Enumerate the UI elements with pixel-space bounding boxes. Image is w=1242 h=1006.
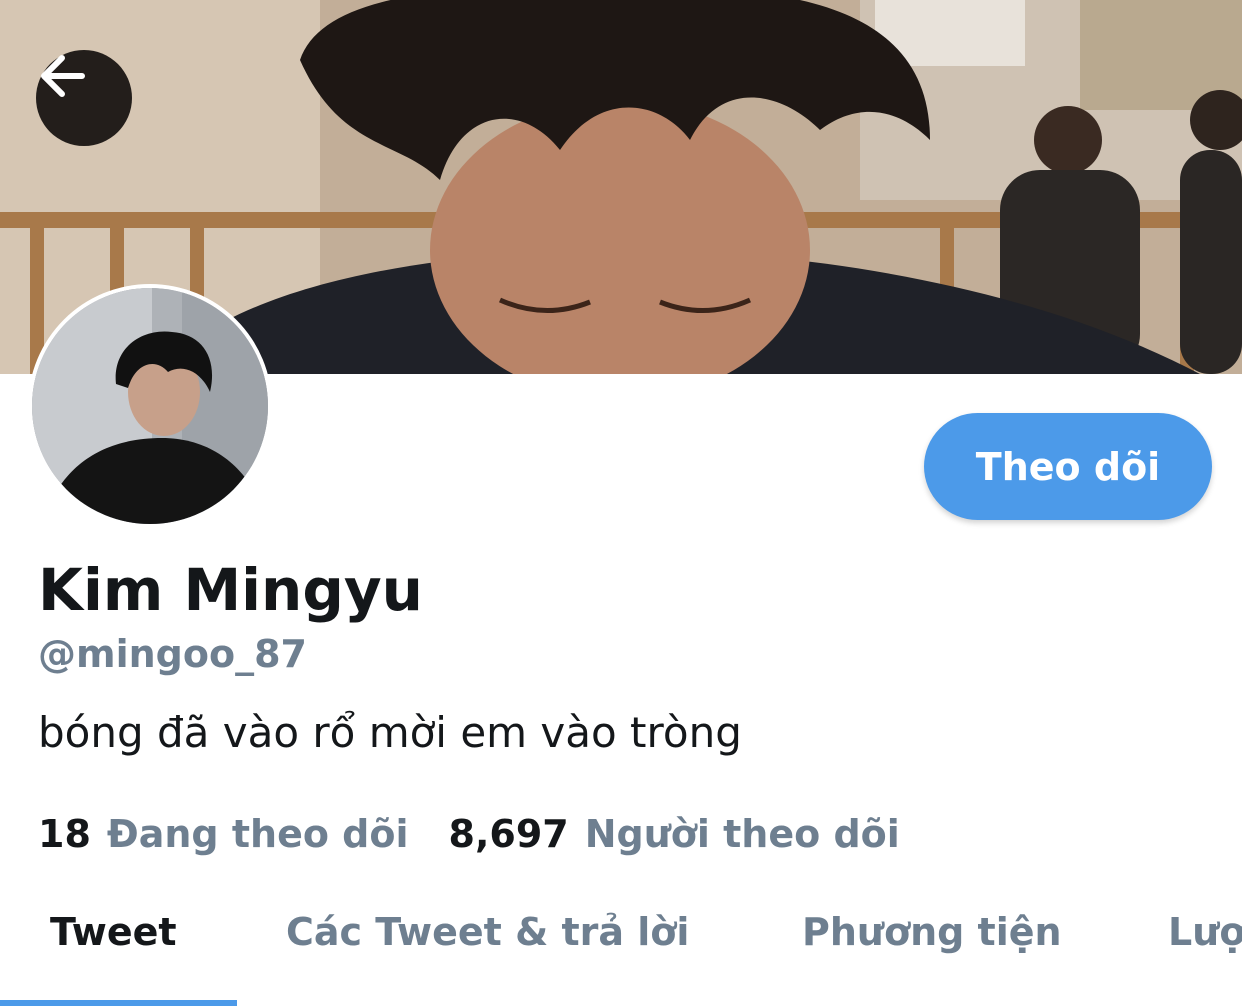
tab-likes[interactable]: Lượt thích	[1168, 910, 1242, 954]
active-tab-indicator	[0, 1000, 237, 1006]
profile-display-name: Kim Mingyu	[38, 556, 423, 624]
avatar-photo	[32, 288, 268, 524]
tab-tweets[interactable]: Tweet	[50, 910, 177, 954]
following-count: 18	[38, 812, 91, 856]
profile-avatar[interactable]	[28, 284, 272, 528]
following-label: Đang theo dõi	[106, 812, 409, 856]
following-stat[interactable]: 18 Đang theo dõi	[38, 812, 409, 856]
tab-tweets-and-replies[interactable]: Các Tweet & trả lời	[286, 910, 689, 954]
profile-bio: bóng đã vào rổ mời em vào tròng	[38, 708, 742, 757]
followers-count: 8,697	[448, 812, 569, 856]
follow-button[interactable]: Theo dõi	[924, 413, 1212, 520]
profile-page: Theo dõi Kim Mingyu @mingoo_87 bóng đã v…	[0, 0, 1242, 1006]
followers-stat[interactable]: 8,697 Người theo dõi	[449, 812, 900, 856]
followers-label: Người theo dõi	[584, 812, 900, 856]
tab-media[interactable]: Phương tiện	[802, 910, 1062, 954]
profile-tabs: Tweet Các Tweet & trả lời Phương tiện Lư…	[0, 900, 1242, 1006]
back-button[interactable]	[36, 50, 132, 146]
profile-stats: 18 Đang theo dõi 8,697 Người theo dõi	[38, 812, 900, 856]
profile-handle: @mingoo_87	[38, 632, 307, 676]
